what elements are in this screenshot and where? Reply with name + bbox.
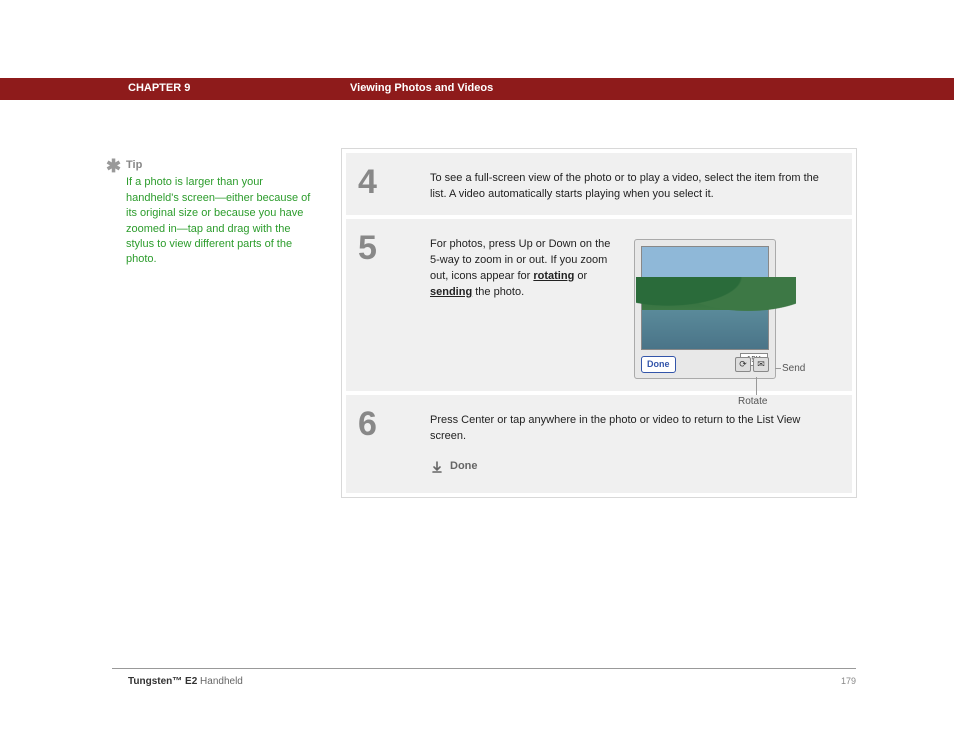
step-number: 5	[358, 231, 430, 265]
sending-link[interactable]: sending	[430, 286, 472, 298]
handheld-screen: 15K Done ⟳ ✉	[634, 239, 776, 379]
step-6: 6 Press Center or tap anywhere in the ph…	[346, 395, 852, 493]
send-icon[interactable]: ✉	[753, 357, 769, 372]
rotating-link[interactable]: rotating	[533, 270, 574, 282]
done-indicator: Done	[430, 459, 836, 475]
send-callout: Send	[782, 362, 805, 377]
step-number: 6	[358, 407, 430, 441]
step-text: For photos, press Up or Down on the 5-wa…	[430, 237, 630, 301]
done-button[interactable]: Done	[641, 356, 676, 373]
step-number: 4	[358, 165, 430, 199]
down-arrow-icon	[430, 460, 444, 474]
asterisk-icon: ✱	[106, 154, 121, 179]
step-5: 5 For photos, press Up or Down on the 5-…	[346, 219, 852, 391]
footer-product: Tungsten™ E2 Handheld	[128, 676, 243, 687]
step-text: Press Center or tap anywhere in the phot…	[430, 413, 836, 445]
rotate-callout: Rotate	[738, 395, 767, 410]
step-4: 4 To see a full-screen view of the photo…	[346, 153, 852, 215]
device-screenshot: 15K Done ⟳ ✉ Send Rotate	[630, 237, 836, 379]
done-label: Done	[450, 459, 478, 475]
page-number: 179	[841, 676, 856, 686]
tip-sidebar: ✱ Tip If a photo is larger than your han…	[108, 158, 318, 268]
tip-label: Tip	[126, 158, 318, 173]
chapter-label: CHAPTER 9	[128, 82, 190, 94]
footer-divider	[112, 668, 856, 669]
chapter-title: Viewing Photos and Videos	[350, 82, 493, 94]
chapter-header: CHAPTER 9 Viewing Photos and Videos	[0, 78, 954, 100]
rotate-icon[interactable]: ⟳	[735, 357, 751, 372]
step-text: To see a full-screen view of the photo o…	[430, 165, 836, 203]
photo-preview	[641, 246, 769, 350]
tip-text: If a photo is larger than your handheld'…	[126, 175, 318, 267]
steps-panel: 4 To see a full-screen view of the photo…	[341, 148, 857, 498]
